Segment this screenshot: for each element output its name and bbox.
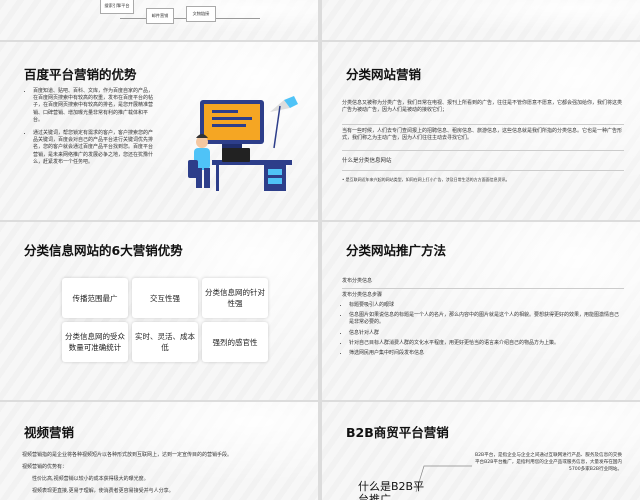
b2b-big-title: 什么是B2B平台推广 bbox=[358, 480, 425, 500]
divider bbox=[342, 170, 624, 171]
bullet-item: 通过关键词，帮您锁定有需求的客户，客户搜索您的产品关键词，百度会对自己的产品平台… bbox=[33, 130, 156, 166]
slide-4[interactable]: 分类信息网站的6大营销优势 传播范围最广 交互性强 分类信息网的针对性强 分类信… bbox=[0, 222, 318, 400]
advantage-box: 实时、灵活、成本低 bbox=[132, 322, 198, 362]
slide-2[interactable]: 百度平台营销的优势 百度知道、贴吧、百科、文库，作为百度自家的产品，在百度网页搜… bbox=[0, 42, 318, 220]
bullet-item: 百度知道、贴吧、百科、文库，作为百度自家的产品，在百度网页搜索中有较高的权重，发… bbox=[33, 88, 156, 124]
office-illustration bbox=[188, 96, 298, 191]
advantage-box: 交互性强 bbox=[132, 278, 198, 318]
paragraph: 当有一些时候，人们去专门查阅报上的招聘信息、租房信息、旅游信息，这些信息就是我们… bbox=[342, 128, 623, 142]
lead-text: 发布分类信息步骤 bbox=[342, 292, 383, 298]
lead-text: 发布分类信息 bbox=[342, 278, 373, 284]
paragraph: 视频营销的优势有： bbox=[22, 464, 68, 470]
step-list: 标题要吸引人的眼球 信息图片如果说信息的标题是一个人的名片，那么内容中的图片就是… bbox=[342, 302, 622, 357]
slide-top-right[interactable] bbox=[322, 0, 640, 40]
slide-title: 分类网站营销 bbox=[346, 67, 422, 82]
paragraph: 视频表现更直接,更易于理解，使消费者更容易接受并与人分享。 bbox=[32, 488, 174, 494]
footnote: • 是互联网近年来兴起的网站类型，如同在网上打小广告，涉及日常生活的方方面面信息… bbox=[342, 177, 510, 182]
advantage-box: 分类信息网的针对性强 bbox=[202, 278, 268, 318]
step-item: 标题要吸引人的眼球 bbox=[349, 302, 622, 309]
slide-7[interactable]: B2B商贸平台营销 B2B平台，是指企业与企业之间通过互联网进行产品、服务及信息… bbox=[322, 402, 640, 500]
b2b-description: B2B平台，是指企业与企业之间通过互联网进行产品、服务及信息的交换平台B2B平台… bbox=[474, 453, 622, 473]
advantage-box: 传播范围最广 bbox=[62, 278, 128, 318]
step-item: 信息针对人群 bbox=[349, 330, 622, 337]
slide-3[interactable]: 分类网站营销 分类信息又被称为分类广告，我们日常在电视、报刊上所看到的广告，往往… bbox=[322, 42, 640, 220]
slide-title: 百度平台营销的优势 bbox=[24, 67, 137, 82]
paragraph: 性价比高,视频营销以较小的成本获得极大的曝光度。 bbox=[32, 476, 149, 482]
slide-1[interactable]: 搜索引擎平台 邮件营销 文物链接 bbox=[0, 0, 318, 40]
slide-title: 视频营销 bbox=[24, 425, 75, 440]
subheading: 什么是分类信息网站 bbox=[342, 158, 392, 164]
diagram-node-search: 搜索引擎平台 bbox=[100, 0, 134, 14]
slide-6[interactable]: 视频营销 视频营销指的是企业将各种视频短片以各种形式放到互联网上，达到一定宣传目… bbox=[0, 402, 318, 500]
advantage-box: 分类信息网的受众数量可准确统计 bbox=[62, 322, 128, 362]
slide-title: 分类网站推广方法 bbox=[346, 243, 447, 258]
step-item: 筛选网民用户集中时间段发布信息 bbox=[349, 350, 622, 357]
advantage-box: 强烈的感官性 bbox=[202, 322, 268, 362]
divider bbox=[342, 288, 624, 289]
slide-title: 分类信息网站的6大营销优势 bbox=[24, 243, 183, 258]
divider bbox=[342, 124, 624, 125]
step-item: 针对自己目标人群消费人群的文化水平程度，用更好更恰当的语言来介绍自己的物品方为上… bbox=[349, 340, 622, 347]
diagram-node-email: 邮件营销 bbox=[146, 8, 174, 24]
paragraph: 视频营销指的是企业将各种视频短片以各种形式放到互联网上，达到一定宣传目的的营销手… bbox=[22, 452, 233, 458]
paragraph: 分类信息又被称为分类广告，我们日常在电视、报刊上所看到的广告，往往是不管你愿意不… bbox=[342, 100, 623, 114]
slide-title: B2B商贸平台营销 bbox=[346, 425, 449, 440]
divider bbox=[342, 150, 624, 151]
step-item: 信息图片如果说信息的标题是一个人的名片，那么内容中的图片就是这个人的相貌。要想获… bbox=[349, 312, 622, 326]
slide-5[interactable]: 分类网站推广方法 发布分类信息 发布分类信息步骤 标题要吸引人的眼球 信息图片如… bbox=[322, 222, 640, 400]
diagram-node-link: 文物链接 bbox=[186, 6, 216, 22]
bullet-list: 百度知道、贴吧、百科、文库，作为百度自家的产品，在百度网页搜索中有较高的权重，发… bbox=[26, 88, 156, 166]
